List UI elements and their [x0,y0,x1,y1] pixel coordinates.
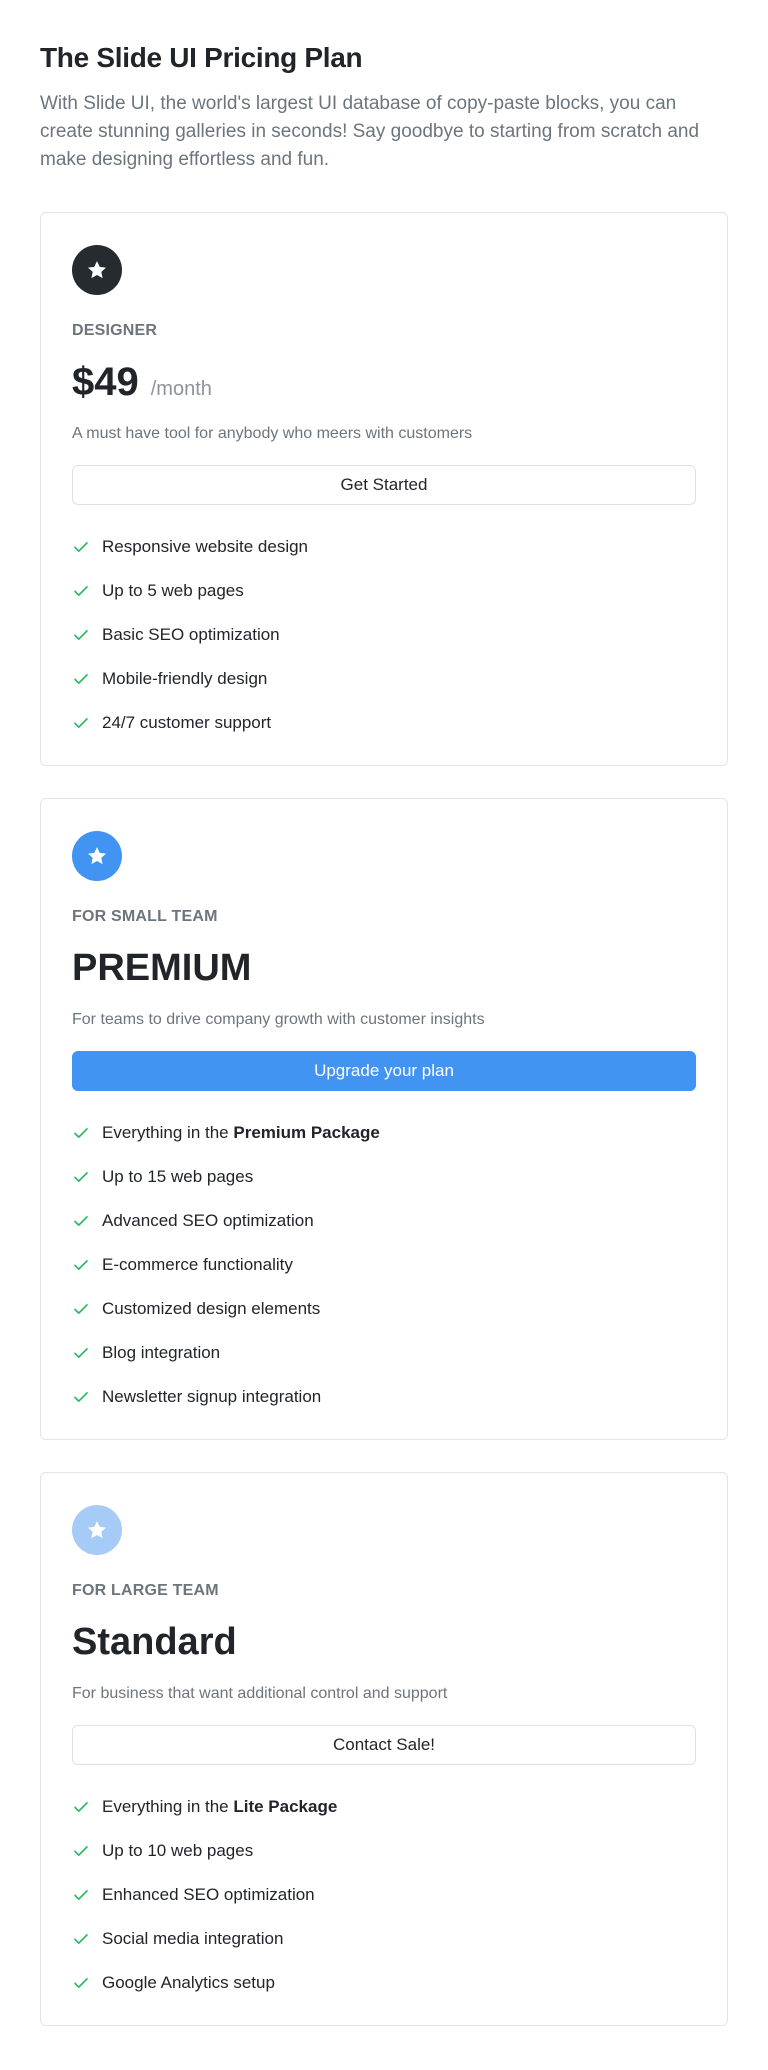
check-icon [74,630,88,640]
pricing-card-standard: FOR LARGE TEAM Standard For business tha… [40,1472,728,2026]
price-row: $49 /month [72,359,696,405]
feature-item: Customized design elements [72,1287,696,1331]
check-icon [74,586,88,596]
feature-item: Responsive website design [72,525,696,569]
feature-item: Newsletter signup integration [72,1375,696,1419]
feature-highlight: Lite Package [233,1797,338,1816]
feature-item: Advanced SEO optimization [72,1199,696,1243]
feature-item: Basic SEO optimization [72,613,696,657]
feature-highlight: Premium Package [233,1123,380,1142]
check-icon [74,542,88,552]
feature-label: Everything in the Lite Package [102,1797,337,1817]
star-icon [88,1521,106,1539]
get-started-button[interactable]: Get Started [72,465,696,505]
check-icon [74,674,88,684]
check-icon [74,1260,88,1270]
plan-badge [72,1505,122,1555]
check-icon [74,1934,88,1944]
feature-list: Everything in the Lite Package Up to 10 … [72,1785,696,2005]
plan-tier: FOR LARGE TEAM [72,1582,219,1599]
feature-label: Customized design elements [102,1299,321,1318]
feature-label: Up to 15 web pages [102,1167,254,1186]
page-lead: With Slide UI, the world's largest UI da… [40,93,700,170]
plan-badge [72,831,122,881]
feature-prefix: Everything in the [102,1123,234,1142]
upgrade-plan-button[interactable]: Upgrade your plan [72,1051,696,1091]
feature-label: Everything in the Premium Package [102,1123,380,1143]
feature-label: Enhanced SEO optimization [102,1885,315,1904]
check-icon [74,1128,88,1138]
check-icon [74,1348,88,1358]
feature-item: Blog integration [72,1331,696,1375]
check-icon [74,1216,88,1226]
feature-label: Advanced SEO optimization [102,1211,314,1230]
check-icon [74,1392,88,1402]
plan-description: For business that want additional contro… [72,1685,448,1702]
check-icon [74,718,88,728]
feature-prefix: Everything in the [102,1797,234,1816]
contact-sale-button[interactable]: Contact Sale! [72,1725,696,1765]
feature-label: Mobile-friendly design [102,669,268,688]
plan-description: For teams to drive company growth with c… [72,1011,485,1028]
feature-item: Social media integration [72,1917,696,1961]
feature-item: Up to 10 web pages [72,1829,696,1873]
check-icon [74,1846,88,1856]
pricing-page: The Slide UI Pricing Plan With Slide UI,… [0,0,768,2026]
feature-list: Responsive website design Up to 5 web pa… [72,525,696,745]
feature-list: Everything in the Premium Package Up to … [72,1111,696,1419]
feature-item: 24/7 customer support [72,701,696,745]
feature-label: Blog integration [102,1343,221,1362]
plan-badge [72,245,122,295]
pricing-card-premium: FOR SMALL TEAM PREMIUM For teams to driv… [40,798,728,1440]
check-icon [74,1172,88,1182]
feature-item: Everything in the Lite Package [72,1785,696,1829]
plan-tier: FOR SMALL TEAM [72,908,218,925]
feature-item: Everything in the Premium Package [72,1111,696,1155]
feature-label: Google Analytics setup [102,1973,275,1992]
feature-label: 24/7 customer support [102,713,272,732]
feature-item: Mobile-friendly design [72,657,696,701]
feature-label: E-commerce functionality [102,1255,293,1274]
plan-name: Standard [72,1621,237,1663]
check-icon [74,1978,88,1988]
feature-label: Basic SEO optimization [102,625,280,644]
pricing-card-designer: DESIGNER $49 /month A must have tool for… [40,212,728,766]
plan-name: PREMIUM [72,947,252,989]
feature-item: E-commerce functionality [72,1243,696,1287]
check-icon [74,1890,88,1900]
plan-tier: DESIGNER [72,322,158,339]
plan-period: /month [150,378,212,400]
check-icon [74,1304,88,1314]
feature-label: Responsive website design [102,537,309,556]
star-icon [88,261,106,279]
check-icon [74,1802,88,1812]
feature-label: Up to 10 web pages [102,1841,254,1860]
feature-label: Up to 5 web pages [102,581,244,600]
feature-item: Google Analytics setup [72,1961,696,2005]
feature-item: Enhanced SEO optimization [72,1873,696,1917]
star-icon [88,847,106,865]
feature-item: Up to 15 web pages [72,1155,696,1199]
plan-description: A must have tool for anybody who meers w… [72,425,473,442]
feature-label: Newsletter signup integration [102,1387,322,1406]
feature-label: Social media integration [102,1929,284,1948]
plan-price: $49 [72,360,139,404]
page-title: The Slide UI Pricing Plan [40,42,363,73]
feature-item: Up to 5 web pages [72,569,696,613]
